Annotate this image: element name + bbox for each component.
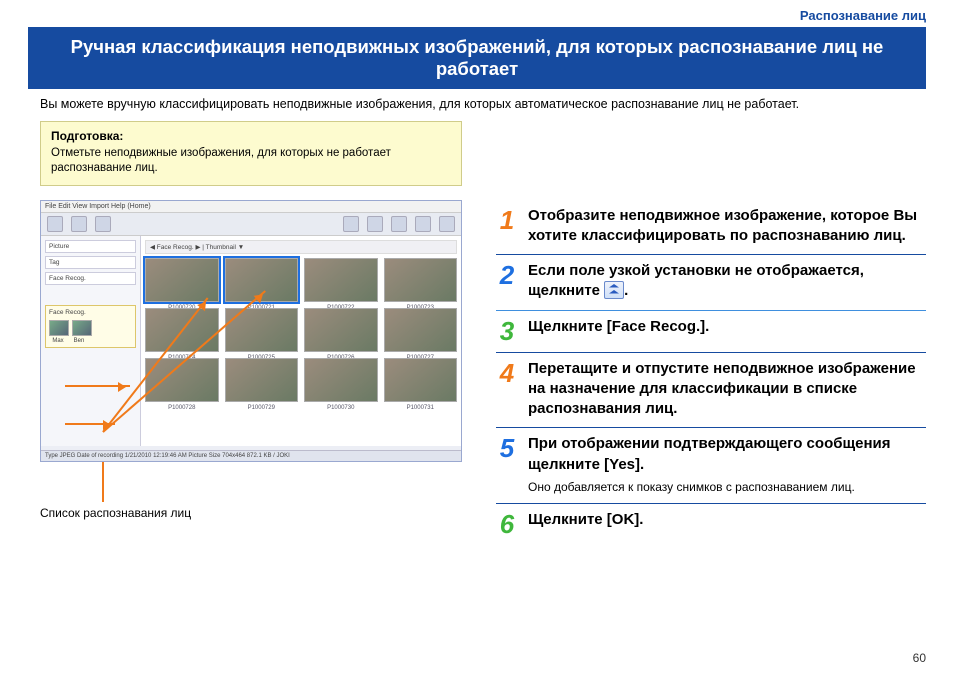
step-item: 5 При отображении подтверждающего сообще… — [496, 428, 926, 504]
tool-icon — [47, 216, 63, 232]
tool-icon — [415, 216, 431, 232]
person-thumb — [49, 320, 69, 336]
menu-bar: File Edit View Import Help (Home) — [41, 201, 461, 213]
thumbnail-area: ◀ Face Recog. ▶ | Thumbnail ▼ — [141, 236, 461, 446]
step-item: 1 Отобразите неподвижное изображение, ко… — [496, 200, 926, 256]
status-bar: Type JPEG Date of recording 1/21/2010 12… — [41, 450, 461, 461]
sidebar-item: Tag — [45, 256, 136, 269]
thumbnail — [304, 258, 378, 302]
tool-icon — [343, 216, 359, 232]
step-text: Отобразите неподвижное изображение, кото… — [528, 206, 926, 247]
app-screenshot: File Edit View Import Help (Home) Pictur… — [40, 200, 462, 462]
callout-arrow — [65, 385, 130, 387]
step-number: 5 — [496, 434, 518, 495]
thumbnail — [304, 358, 378, 402]
tool-icon — [391, 216, 407, 232]
person-name: Ben — [70, 338, 88, 344]
thumbnail — [384, 358, 458, 402]
step-text: Если поле узкой установки не отображаетс… — [528, 261, 926, 302]
face-panel-label: Face Recog. — [49, 309, 132, 316]
step-number: 2 — [496, 261, 518, 302]
tool-icon — [367, 216, 383, 232]
step-text: При отображении подтверждающего сообщени… — [528, 434, 926, 495]
thumbnail — [304, 308, 378, 352]
face-recog-panel: Face Recog. Max Ben — [45, 305, 136, 348]
step-item: 3 Щелкните [Face Recog.]. — [496, 311, 926, 353]
step-text-main: При отображении подтверждающего сообщени… — [528, 435, 891, 472]
thumbnail — [225, 358, 299, 402]
step-number: 1 — [496, 206, 518, 247]
thumbnail — [384, 308, 458, 352]
prep-text: Отметьте неподвижные изображения, для ко… — [51, 147, 391, 175]
step-text: Перетащите и отпустите неподвижное изобр… — [528, 359, 926, 420]
sidebar-item: Picture — [45, 240, 136, 253]
preparation-note: Подготовка: Отметьте неподвижные изображ… — [40, 121, 462, 186]
prep-heading: Подготовка: — [51, 129, 123, 143]
step-item: 4 Перетащите и отпустите неподвижное изо… — [496, 353, 926, 429]
thumbnail — [384, 258, 458, 302]
breadcrumb-bar: ◀ Face Recog. ▶ | Thumbnail ▼ — [145, 240, 457, 254]
page-number: 60 — [913, 651, 926, 665]
tool-icon — [71, 216, 87, 232]
tool-bar — [41, 213, 461, 236]
thumbnail — [145, 258, 219, 302]
step-text: Щелкните [OK]. — [528, 510, 926, 537]
intro-text: Вы можете вручную классифицировать непод… — [40, 97, 926, 111]
tool-icon — [95, 216, 111, 232]
step-number: 4 — [496, 359, 518, 420]
step-list: 1 Отобразите неподвижное изображение, ко… — [496, 200, 926, 545]
app-sidebar: Picture Tag Face Recog. Face Recog. Max … — [41, 236, 141, 446]
step-subtext: Оно добавляется к показу снимков с распо… — [528, 479, 926, 495]
step-item: 6 Щелкните [OK]. — [496, 504, 926, 545]
callout-arrow — [65, 423, 115, 425]
expand-up-icon — [604, 281, 624, 299]
step-text-part: Если поле узкой установки не отображаетс… — [528, 262, 864, 299]
step-item: 2 Если поле узкой установки не отображае… — [496, 255, 926, 311]
step-text: Щелкните [Face Recog.]. — [528, 317, 926, 344]
screenshot-caption: Список распознавания лиц — [40, 506, 470, 520]
tool-icon — [439, 216, 455, 232]
step-number: 6 — [496, 510, 518, 537]
step-number: 3 — [496, 317, 518, 344]
section-header: Распознавание лиц — [0, 0, 954, 27]
step-text-part: . — [624, 282, 628, 299]
page-title: Ручная классификация неподвижных изображ… — [28, 27, 926, 89]
person-thumb — [72, 320, 92, 336]
person-name: Max — [49, 338, 67, 344]
sidebar-item: Face Recog. — [45, 272, 136, 285]
